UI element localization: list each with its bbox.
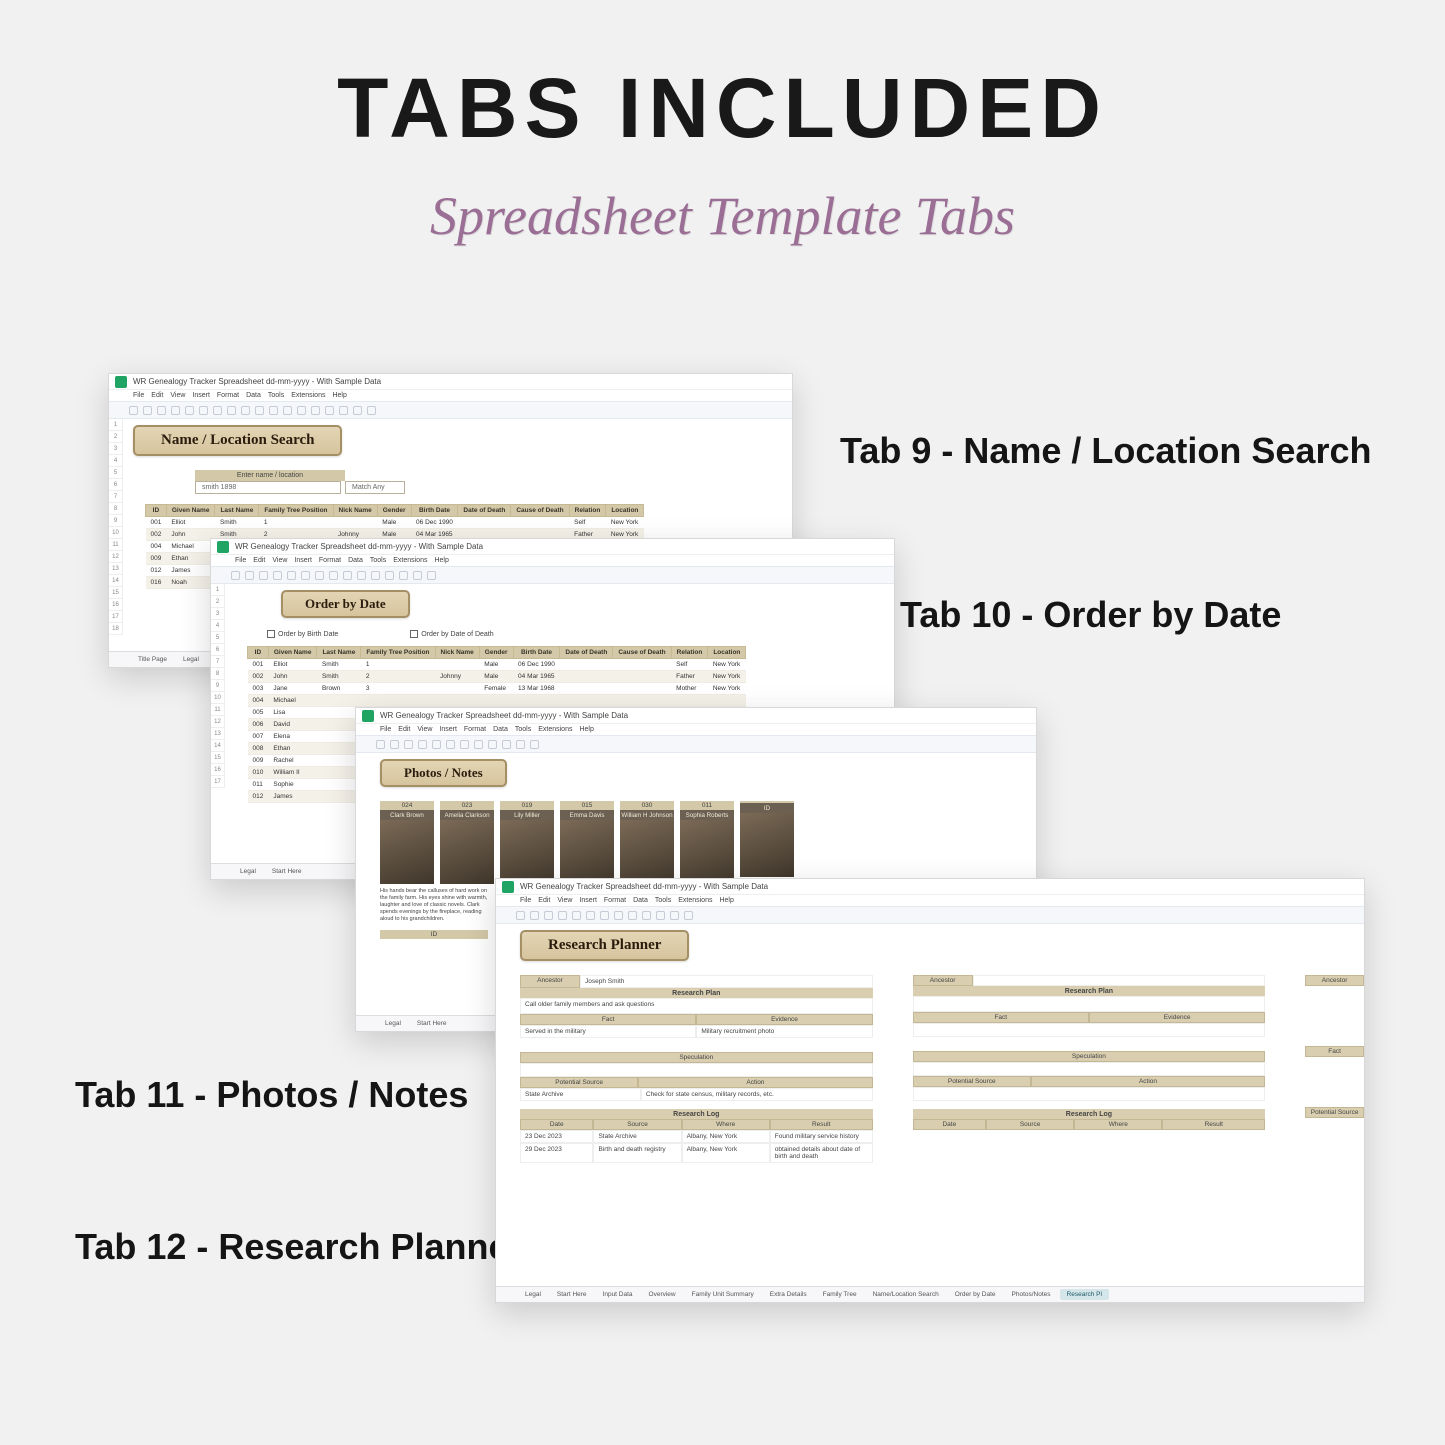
menu-bar[interactable]: FileEditViewInsertFormatDataToolsExtensi… xyxy=(211,555,894,566)
caption-tab11: Tab 11 - Photos / Notes xyxy=(75,1072,468,1117)
photo-note-text: His hands bear the calluses of hard work… xyxy=(380,888,488,922)
header-block: TABS INCLUDED Spreadsheet Template Tabs xyxy=(0,0,1445,247)
menu-bar[interactable]: FileEditViewInsertFormatDataToolsExtensi… xyxy=(109,390,792,401)
menu-bar[interactable]: FileEditViewInsertFormatDataToolsExtensi… xyxy=(356,724,1036,735)
page-title: TABS INCLUDED xyxy=(0,60,1445,157)
caption-tab9: Tab 9 - Name / Location Search xyxy=(840,428,1371,473)
tab-strip[interactable]: LegalStart HereInput DataOverviewFamily … xyxy=(496,1286,1364,1302)
table-row: 001ElliotSmith1Male06 Dec 1990SelfNew Yo… xyxy=(248,659,746,671)
photo-card: ID xyxy=(740,801,794,877)
chk-birthdate[interactable] xyxy=(267,630,275,638)
match-select[interactable]: Match Any xyxy=(345,481,405,494)
banner-research-planner: Research Planner xyxy=(520,930,689,961)
photo-card: 015Emma Davis xyxy=(560,801,614,884)
banner-photos-notes: Photos / Notes xyxy=(380,759,507,787)
sheets-icon xyxy=(217,541,229,553)
search-input[interactable]: smith 1898 xyxy=(195,481,341,494)
page-subtitle: Spreadsheet Template Tabs xyxy=(0,185,1445,247)
planner-right: Ancestor Research Plan FactEvidence Spec… xyxy=(913,975,1266,1163)
toolbar[interactable] xyxy=(211,566,894,584)
toolbar[interactable] xyxy=(356,735,1036,753)
doc-title: WR Genealogy Tracker Spreadsheet dd-mm-y… xyxy=(380,711,628,720)
doc-title: WR Genealogy Tracker Spreadsheet dd-mm-y… xyxy=(133,377,381,386)
chk-deathdate[interactable] xyxy=(410,630,418,638)
sheets-icon xyxy=(362,710,374,722)
menu-bar[interactable]: FileEditViewInsertFormatDataToolsExtensi… xyxy=(496,895,1364,906)
table-row: 002JohnSmith2JohnnyMale04 Mar 1965Father… xyxy=(248,671,746,683)
toolbar[interactable] xyxy=(496,906,1364,924)
photo-card: 019Lily Miller xyxy=(500,801,554,884)
table-row: 001ElliotSmith1Male06 Dec 1990SelfNew Yo… xyxy=(146,517,644,529)
log-row: 23 Dec 2023State ArchiveAlbany, New York… xyxy=(520,1130,873,1143)
photo-card: 011Sophia Roberts xyxy=(680,801,734,884)
table-head: IDGiven NameLast NameFamily Tree Positio… xyxy=(146,505,644,517)
sheets-icon xyxy=(502,881,514,893)
log-row: 29 Dec 2023Birth and death registryAlban… xyxy=(520,1143,873,1163)
planner-left: AncestorJoseph Smith Research Plan Call … xyxy=(520,975,873,1163)
photo-card: 030William H Johnson xyxy=(620,801,674,884)
sheets-icon xyxy=(115,376,127,388)
table-row: 003JaneBrown3Female13 Mar 1968MotherNew … xyxy=(248,683,746,695)
doc-title: WR Genealogy Tracker Spreadsheet dd-mm-y… xyxy=(235,542,483,551)
banner-name-location: Name / Location Search xyxy=(133,425,342,456)
doc-title: WR Genealogy Tracker Spreadsheet dd-mm-y… xyxy=(520,882,768,891)
banner-order-by-date: Order by Date xyxy=(281,590,410,618)
id-label: ID xyxy=(380,930,488,939)
caption-tab12: Tab 12 - Research Planner xyxy=(75,1224,523,1269)
caption-tab10: Tab 10 - Order by Date xyxy=(900,592,1281,637)
toolbar[interactable] xyxy=(109,401,792,419)
photo-card: 024Clark Brown xyxy=(380,801,434,884)
planner-far-right: Ancestor Fact Potential Source xyxy=(1305,975,1364,1163)
screenshot-tab12: WR Genealogy Tracker Spreadsheet dd-mm-y… xyxy=(495,878,1365,1303)
photo-card: 023Amelia Clarkson xyxy=(440,801,494,884)
input-label: Enter name / location xyxy=(195,470,345,481)
table-row: 004Michael xyxy=(248,695,746,707)
